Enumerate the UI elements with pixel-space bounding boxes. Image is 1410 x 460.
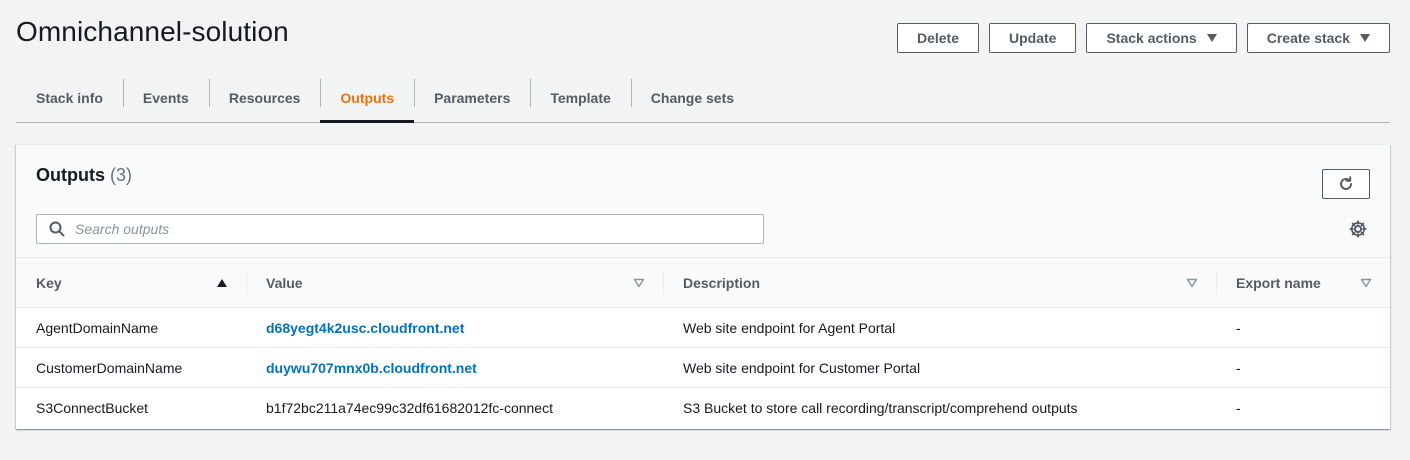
outputs-title: Outputs (3)	[36, 165, 132, 186]
outputs-table: Key Value Description Export name AgentD…	[16, 258, 1390, 428]
tab-label: Change sets	[650, 90, 735, 106]
sort-descending-outline-icon	[1186, 278, 1198, 288]
sort-descending-outline-icon	[1360, 278, 1372, 288]
export-name-cell: -	[1236, 400, 1241, 416]
tab-label: Stack info	[36, 90, 103, 106]
search-box	[36, 214, 764, 244]
tab-label: Template	[550, 90, 611, 106]
description-cell: Web site endpoint for Agent Portal	[683, 319, 896, 336]
table-row: AgentDomainName d68yegt4k2usc.cloudfront…	[16, 308, 1390, 348]
table-row: CustomerDomainName duywu707mnx0b.cloudfr…	[16, 348, 1390, 388]
column-header-key[interactable]: Key	[16, 258, 246, 307]
column-header-label: Description	[683, 274, 761, 291]
caret-down-icon	[1206, 34, 1217, 42]
outputs-title-text: Outputs	[36, 165, 105, 185]
column-header-label: Export name	[1236, 274, 1321, 291]
search-input[interactable]	[75, 221, 763, 237]
key-cell: CustomerDomainName	[36, 359, 183, 376]
page-title: Omnichannel-solution	[16, 16, 289, 47]
table-row: S3ConnectBucket b1f72bc211a74ec99c32df61…	[16, 388, 1390, 428]
export-name-cell: -	[1236, 359, 1241, 376]
column-header-value[interactable]: Value	[246, 258, 663, 307]
column-header-export-name[interactable]: Export name	[1216, 258, 1390, 307]
header-actions: Delete Update Stack actions Create stack	[896, 23, 1390, 53]
update-button-label: Update	[1009, 30, 1057, 46]
column-header-description[interactable]: Description	[663, 258, 1216, 307]
description-cell: Web site endpoint for Customer Portal	[683, 359, 921, 376]
tab-label: Outputs	[340, 90, 395, 106]
tab-label: Resources	[228, 90, 301, 106]
key-cell: AgentDomainName	[36, 319, 159, 336]
delete-button-label: Delete	[916, 30, 959, 46]
create-stack-button[interactable]: Create stack	[1246, 23, 1390, 53]
outputs-panel-header: Outputs (3)	[16, 145, 1390, 258]
sort-descending-outline-icon	[633, 278, 645, 288]
tab-change-sets[interactable]: Change sets	[630, 74, 754, 122]
refresh-icon	[1340, 176, 1352, 190]
tab-outputs[interactable]: Outputs	[320, 74, 414, 123]
tab-stack-info[interactable]: Stack info	[16, 74, 123, 122]
tab-bar: Stack info Events Resources Outputs Para…	[16, 74, 1390, 123]
caret-down-icon	[1360, 34, 1370, 42]
key-cell: S3ConnectBucket	[36, 400, 149, 416]
stack-actions-label: Stack actions	[1106, 30, 1197, 46]
stack-actions-button[interactable]: Stack actions	[1086, 23, 1237, 53]
value-cell: b1f72bc211a74ec99c32df61682012fc-connect	[266, 400, 553, 416]
value-cell: d68yegt4k2usc.cloudfront.net	[246, 308, 663, 347]
refresh-button[interactable]	[1322, 169, 1370, 199]
search-icon	[49, 221, 65, 237]
tab-events[interactable]: Events	[122, 74, 209, 122]
description-cell: S3 Bucket to store call recording/transc…	[683, 400, 1078, 416]
value-link[interactable]: duywu707mnx0b.cloudfront.net	[266, 360, 477, 376]
value-cell: duywu707mnx0b.cloudfront.net	[246, 348, 663, 387]
create-stack-label: Create stack	[1266, 30, 1350, 46]
table-header-row: Key Value Description Export name	[16, 258, 1390, 308]
tab-parameters[interactable]: Parameters	[414, 74, 530, 122]
sort-ascending-icon	[216, 278, 228, 288]
tab-resources[interactable]: Resources	[208, 74, 321, 122]
tab-label: Parameters	[434, 90, 511, 106]
update-button[interactable]: Update	[989, 23, 1077, 53]
outputs-count: (3)	[110, 165, 133, 185]
tab-template[interactable]: Template	[530, 74, 630, 122]
tab-label: Events	[142, 90, 189, 106]
export-name-cell: -	[1236, 319, 1241, 336]
column-header-label: Key	[36, 274, 62, 291]
delete-button[interactable]: Delete	[896, 23, 979, 53]
column-header-label: Value	[266, 274, 303, 291]
outputs-panel: Outputs (3) Search outputs Key Value Des…	[16, 144, 1390, 429]
gear-icon[interactable]	[1348, 219, 1368, 239]
value-link[interactable]: d68yegt4k2usc.cloudfront.net	[266, 320, 464, 336]
